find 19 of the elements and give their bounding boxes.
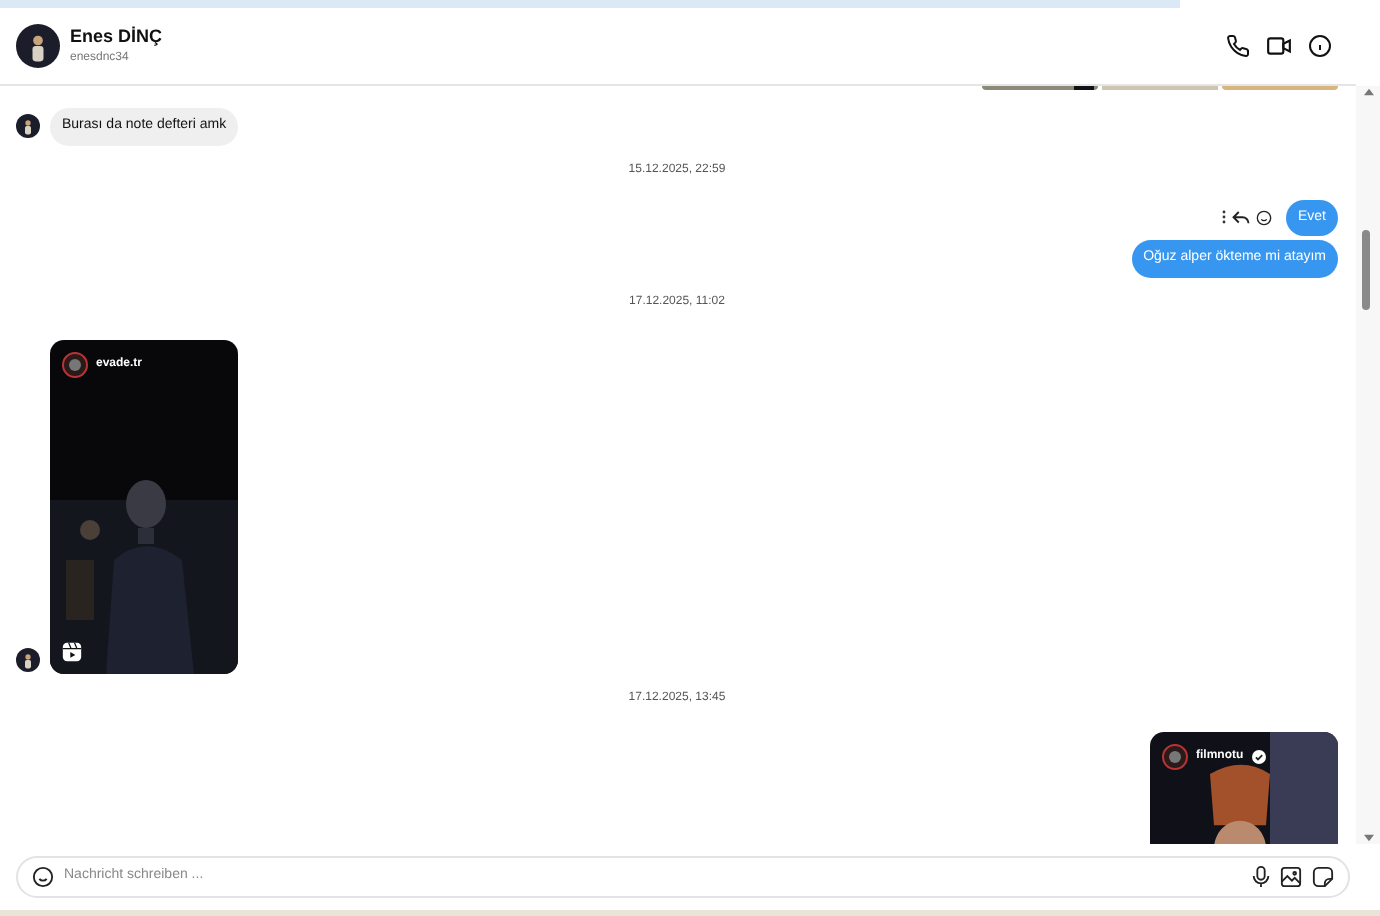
contact-name: Enes DİNÇ [70, 28, 163, 46]
image-icon[interactable] [1280, 866, 1302, 888]
emoji-icon[interactable] [1255, 209, 1272, 226]
sticker-icon[interactable] [1312, 866, 1334, 888]
avatar [16, 114, 40, 139]
phone-icon[interactable] [1226, 34, 1250, 58]
emoji-icon[interactable] [32, 866, 54, 888]
scrollbar[interactable] [1356, 86, 1380, 844]
video-camera-icon[interactable] [1266, 34, 1292, 58]
more-icon[interactable] [1221, 210, 1226, 225]
verified-icon [1251, 749, 1266, 763]
scroll-down-icon[interactable] [1363, 834, 1373, 842]
scrollbar-thumb[interactable] [1362, 230, 1370, 310]
microphone-icon[interactable] [1252, 866, 1270, 888]
info-icon[interactable] [1308, 34, 1332, 58]
avatar [16, 24, 60, 68]
avatar [16, 647, 40, 671]
scroll-up-icon[interactable] [1363, 88, 1373, 96]
reply-icon[interactable] [1231, 209, 1250, 226]
